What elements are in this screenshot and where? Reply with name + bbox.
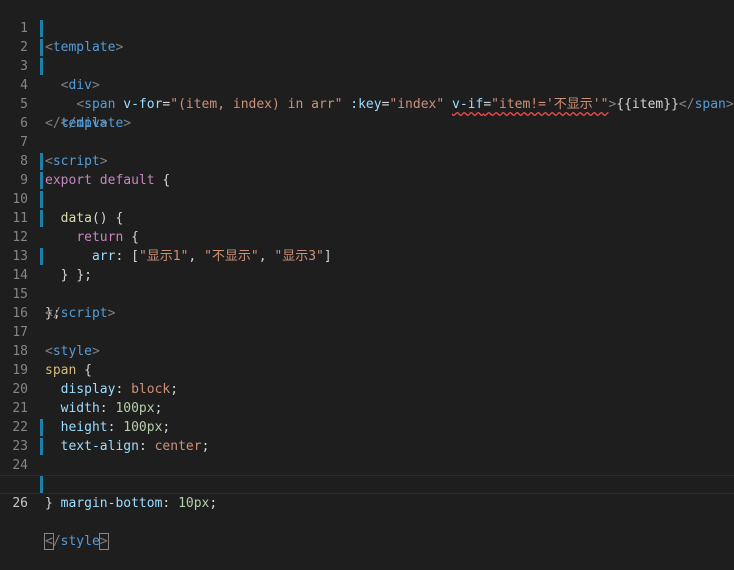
code-line[interactable]: 1 <template> [0, 0, 734, 55]
code-line[interactable]: 6 [0, 95, 734, 131]
code-line[interactable]: 7 <script> [0, 114, 734, 169]
git-modified-marker [40, 153, 43, 170]
git-modified-marker [40, 419, 43, 436]
code-text: } [45, 496, 53, 511]
code-line[interactable]: 4 </div> [0, 57, 734, 131]
code-line[interactable]: 19 display: block; [0, 342, 734, 397]
code-line[interactable]: 24 margin-bottom: 10px; [0, 437, 734, 511]
code-line[interactable]: 3 <span v-for="(item, index) in arr" :ke… [0, 38, 734, 112]
git-modified-marker [40, 39, 43, 56]
code-line[interactable]: 22 text-align: center; [0, 399, 734, 454]
git-modified-marker [40, 248, 43, 265]
git-modified-marker [40, 58, 43, 75]
git-modified-marker [40, 438, 43, 455]
code-line[interactable]: 13 } [0, 228, 734, 283]
code-line[interactable]: 12 }; [0, 209, 734, 283]
code-line[interactable]: 11 arr: ["显示1", "不显示", "显示3"] [0, 190, 734, 264]
code-line[interactable]: 16 [0, 285, 734, 321]
code-text: margin-bottom: 10px; [60, 496, 218, 511]
git-modified-marker [40, 476, 43, 493]
code-line[interactable]: 23 background-color:#f99; [0, 418, 734, 492]
git-modified-marker [40, 210, 43, 227]
code-line[interactable]: 18 span { [0, 323, 734, 378]
code-line[interactable]: 8 export default { [0, 133, 734, 188]
code-line[interactable]: 14 }; [0, 247, 734, 321]
code-line[interactable]: 15 </script> [0, 266, 734, 321]
code-text: </style> [44, 533, 109, 550]
code-line[interactable]: 10 return { [0, 171, 734, 245]
code-line-current[interactable]: 26 </style> [0, 475, 734, 550]
code-editor[interactable]: 1 <template> 2 <div> 3 <span v-for="(ite… [0, 0, 734, 550]
code-line[interactable]: 9 data() { [0, 152, 734, 226]
code-line[interactable]: 21 height: 100px; [0, 380, 734, 435]
code-line[interactable]: 20 width: 100px; [0, 361, 734, 416]
code-line[interactable]: 25 } [0, 456, 734, 511]
git-modified-marker [40, 191, 43, 208]
git-modified-marker [40, 20, 43, 37]
git-modified-marker [40, 172, 43, 189]
code-line[interactable]: 5 </template> [0, 76, 734, 131]
line-number: 26 [12, 496, 28, 511]
code-line[interactable]: 2 <div> [0, 19, 734, 93]
code-line[interactable]: 17 <style> [0, 304, 734, 359]
